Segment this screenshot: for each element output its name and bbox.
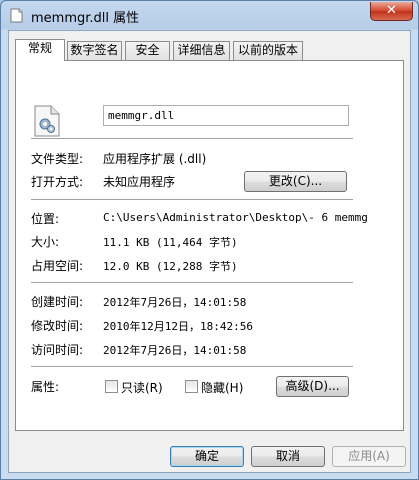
properties-window: memmgr.dll 属性 ✕ 常规 数字签名 安全 详细信息 以前的版本 me… [0,0,419,480]
tab-strip: 常规 数字签名 安全 详细信息 以前的版本 [15,39,405,61]
separator [31,138,353,139]
separator [31,366,353,367]
size-value: 11.1 KB (11,464 字节) [103,236,238,249]
tab-previous-versions[interactable]: 以前的版本 [233,41,303,60]
tab-security[interactable]: 安全 [125,41,170,60]
created-label: 创建时间: [31,295,84,309]
tab-digital-signature[interactable]: 数字签名 [67,41,122,60]
ok-button[interactable]: 确定 [170,446,244,467]
hidden-checkbox[interactable] [185,380,198,393]
dialog-client-area: 常规 数字签名 安全 详细信息 以前的版本 memmgr.dll 文件类型: 应… [8,30,411,473]
change-button[interactable]: 更改(C)... [244,171,347,192]
filename-field[interactable]: memmgr.dll [103,105,349,126]
cancel-button[interactable]: 取消 [251,446,325,467]
created-value: 2012年7月26日，14:01:58 [103,296,247,309]
modified-value: 2010年12月12日，18:42:56 [103,320,253,333]
location-value: C:\Users\Administrator\Desktop\- 6 memmg [103,211,368,224]
tab-general[interactable]: 常规 [15,39,65,61]
title-bar[interactable]: memmgr.dll 属性 ✕ [1,1,418,30]
location-label: 位置: [31,212,60,226]
tab-details[interactable]: 详细信息 [173,41,230,60]
modified-label: 修改时间: [31,319,84,333]
advanced-button[interactable]: 高级(D)... [276,376,349,397]
size-on-disk-value: 12.0 KB (12,288 字节) [103,260,238,273]
file-type-value: 应用程序扩展 (.dll) [103,152,207,166]
general-tab-panel: memmgr.dll 文件类型: 应用程序扩展 (.dll) 打开方式: 未知应… [15,60,404,431]
opens-with-value: 未知应用程序 [103,175,176,189]
readonly-label[interactable]: 只读(R) [121,379,163,396]
separator [31,199,353,200]
accessed-value: 2012年7月26日，14:01:58 [103,344,247,357]
close-button[interactable]: ✕ [370,2,413,21]
file-icon [10,8,23,23]
separator [31,282,353,283]
hidden-label[interactable]: 隐藏(H) [201,379,243,396]
accessed-label: 访问时间: [31,343,84,357]
file-type-label: 文件类型: [31,152,84,166]
size-label: 大小: [31,235,60,249]
readonly-checkbox[interactable] [105,380,118,393]
attributes-label: 属性: [31,380,60,394]
window-title: memmgr.dll 属性 [31,11,140,26]
dll-file-icon [34,105,60,137]
size-on-disk-label: 占用空间: [31,259,84,273]
opens-with-label: 打开方式: [31,175,84,189]
apply-button[interactable]: 应用(A) [332,446,406,467]
